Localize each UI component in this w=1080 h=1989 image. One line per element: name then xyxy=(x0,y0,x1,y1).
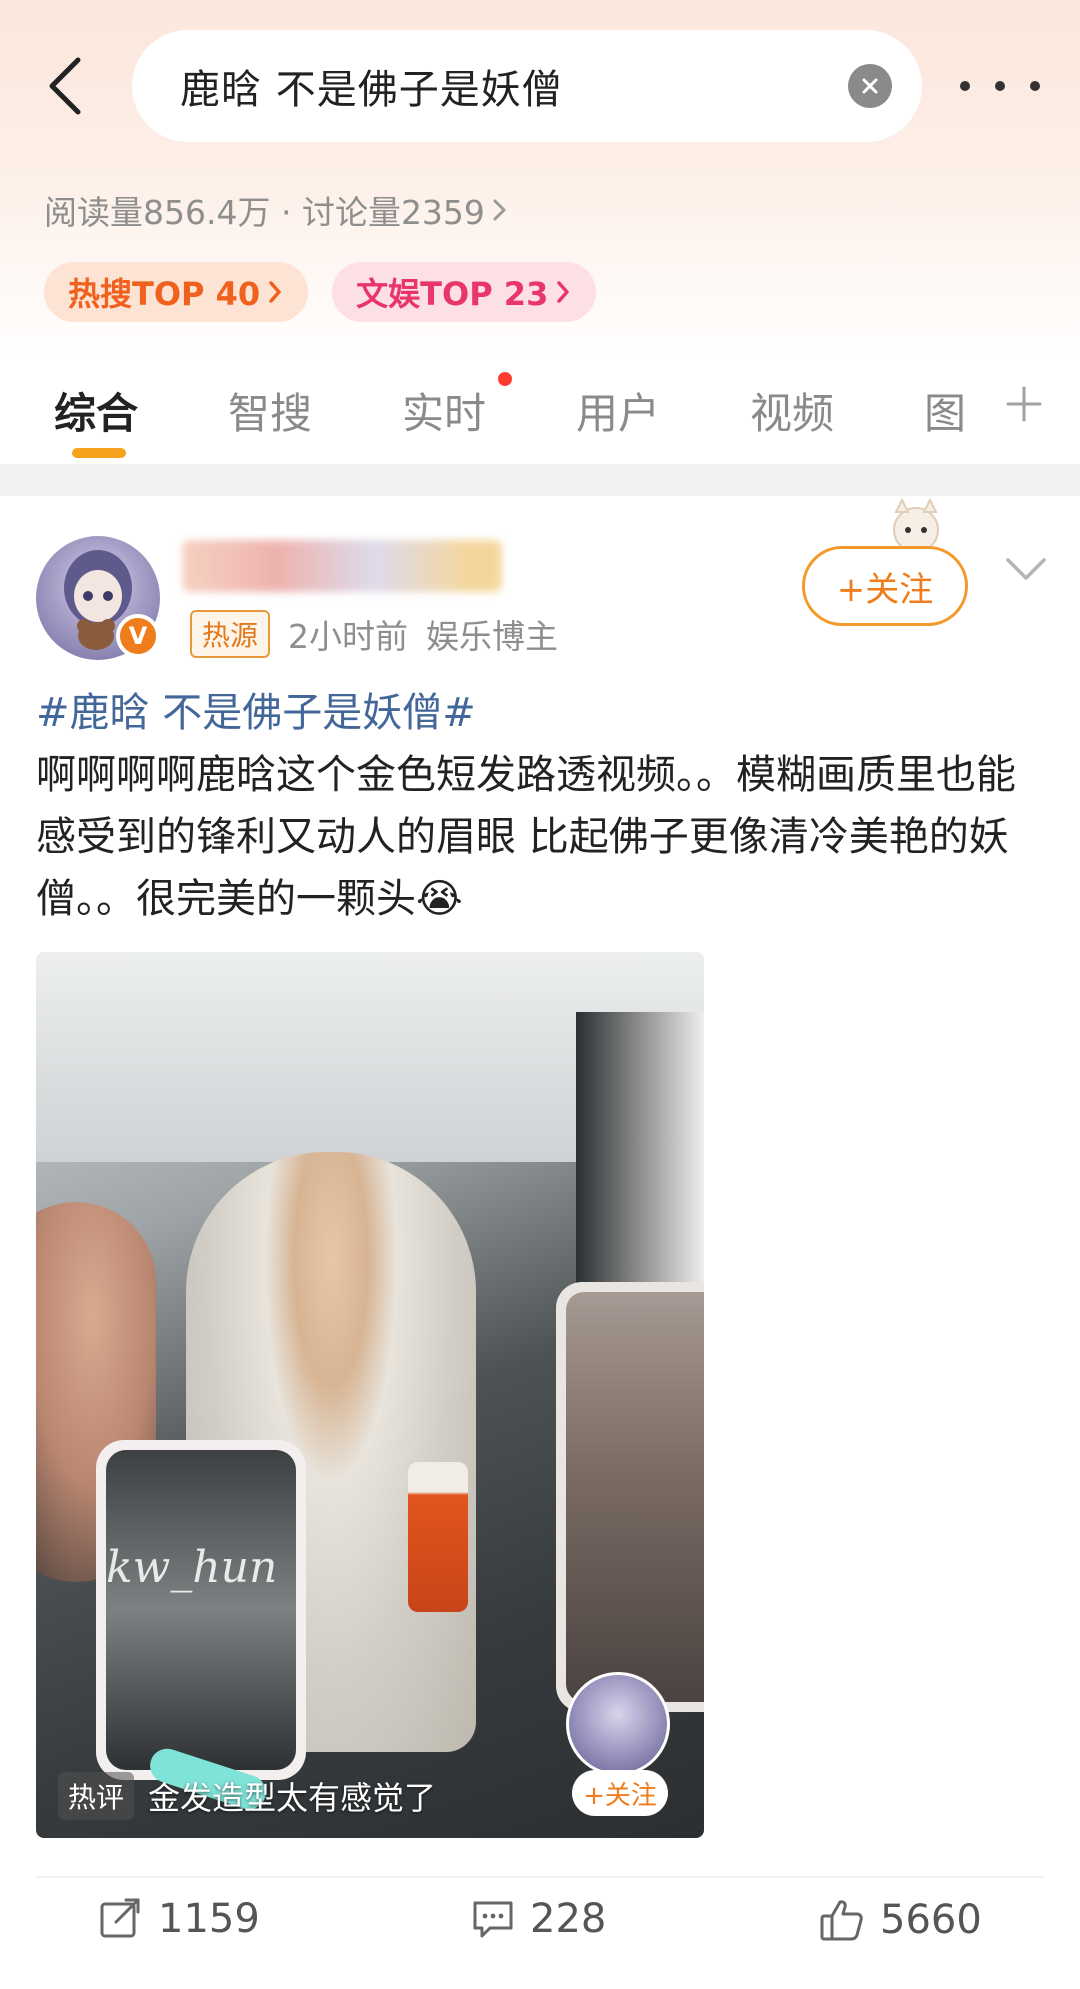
post-actions: 1159 228 5660 xyxy=(0,1896,1080,1980)
post-time: 2小时前 xyxy=(288,617,409,656)
video-scene-phone-left xyxy=(96,1440,306,1780)
comment-icon xyxy=(473,1901,513,1938)
tab-images[interactable]: 图 xyxy=(924,380,966,441)
chevron-right-icon xyxy=(557,281,570,303)
tab-realtime[interactable]: 实时 xyxy=(402,380,486,441)
repost-icon xyxy=(100,1898,140,1938)
thumbs-up-icon xyxy=(820,1900,863,1941)
active-tab-indicator xyxy=(72,448,126,458)
chevron-right-icon xyxy=(493,199,506,221)
follow-button[interactable]: +关注 xyxy=(802,546,968,626)
plus-icon[interactable] xyxy=(1004,384,1044,424)
search-query-text: 鹿晗 不是佛子是妖僧 xyxy=(180,67,563,113)
actions-divider xyxy=(36,1876,1044,1878)
video-scene-window xyxy=(576,1012,704,1312)
rank-badges: 热搜TOP 40 文娱TOP 23 xyxy=(44,262,597,322)
post-hashtag[interactable]: #鹿晗 不是佛子是妖僧# xyxy=(36,690,476,736)
video-author-avatar[interactable] xyxy=(566,1672,670,1776)
repost-button[interactable]: 1159 xyxy=(98,1896,260,1942)
search-tabs: 综合 智搜 实时 用户 视频 图 xyxy=(0,360,1080,460)
username-blurred[interactable] xyxy=(182,540,502,592)
post-meta: 热源 2小时前 娱乐博主 xyxy=(190,610,558,658)
hot-comment[interactable]: 热评 金发造型太有感觉了 xyxy=(58,1772,436,1820)
author-role: 娱乐博主 xyxy=(426,617,559,656)
video-thumbnail[interactable]: kw_hun +关注 热评 金发造型太有感觉了 xyxy=(36,952,704,1838)
like-button[interactable]: 5660 xyxy=(818,1896,982,1944)
section-divider xyxy=(0,464,1080,496)
verified-badge-icon: V xyxy=(116,614,160,658)
repost-count: 1159 xyxy=(158,1896,260,1942)
post-card: V 热源 2小时前 娱乐博主 +关注 #鹿晗 不是佛子是妖僧# 啊啊啊啊鹿晗这个… xyxy=(0,496,1080,1989)
hot-search-rank-label: 热搜TOP 40 xyxy=(68,275,261,313)
search-input[interactable]: 鹿晗 不是佛子是妖僧 xyxy=(132,30,922,142)
entertainment-rank-badge[interactable]: 文娱TOP 23 xyxy=(332,262,597,322)
topic-stats[interactable]: 阅读量856.4万 · 讨论量2359 xyxy=(44,186,509,234)
video-follow-button[interactable]: +关注 xyxy=(572,1770,668,1816)
hot-comment-tag: 热评 xyxy=(58,1772,135,1820)
close-icon xyxy=(862,78,878,94)
post-body: #鹿晗 不是佛子是妖僧# 啊啊啊啊鹿晗这个金色短发路透视频。。模糊画质里也能感受… xyxy=(36,682,1046,930)
chevron-down-icon[interactable] xyxy=(1004,554,1048,584)
video-scene-phone-right xyxy=(556,1282,704,1712)
clear-search-button[interactable] xyxy=(848,64,892,108)
tab-comprehensive[interactable]: 综合 xyxy=(54,380,138,441)
like-count: 5660 xyxy=(880,1897,982,1943)
video-watermark: kw_hun xyxy=(106,1542,278,1593)
back-button[interactable] xyxy=(36,52,96,120)
hot-comment-text: 金发造型太有感觉了 xyxy=(148,1779,437,1817)
chevron-right-icon xyxy=(269,281,281,303)
topic-stats-text: 阅读量856.4万 · 讨论量2359 xyxy=(44,193,485,232)
comment-count: 228 xyxy=(530,1896,607,1942)
more-dot-icon xyxy=(1030,81,1040,91)
hot-search-rank-badge[interactable]: 热搜TOP 40 xyxy=(44,262,309,322)
post-body-text: 啊啊啊啊鹿晗这个金色短发路透视频。。模糊画质里也能感受到的锋利又动人的眉眼 比起… xyxy=(36,752,1016,922)
realtime-new-dot xyxy=(498,372,512,386)
tab-videos[interactable]: 视频 xyxy=(750,380,834,441)
search-header: 鹿晗 不是佛子是妖僧 xyxy=(0,0,1080,180)
comment-button[interactable]: 228 xyxy=(470,1896,606,1942)
chevron-left-icon xyxy=(49,57,81,115)
video-scene-cup xyxy=(408,1462,468,1612)
tab-users[interactable]: 用户 xyxy=(576,380,660,441)
more-dot-icon xyxy=(995,81,1005,91)
tab-smart-search[interactable]: 智搜 xyxy=(228,380,312,441)
source-tag: 热源 xyxy=(190,610,271,658)
follow-button-label: +关注 xyxy=(836,569,934,610)
more-dot-icon xyxy=(960,81,970,91)
more-options-button[interactable] xyxy=(960,66,1040,106)
entertainment-rank-label: 文娱TOP 23 xyxy=(356,275,549,313)
